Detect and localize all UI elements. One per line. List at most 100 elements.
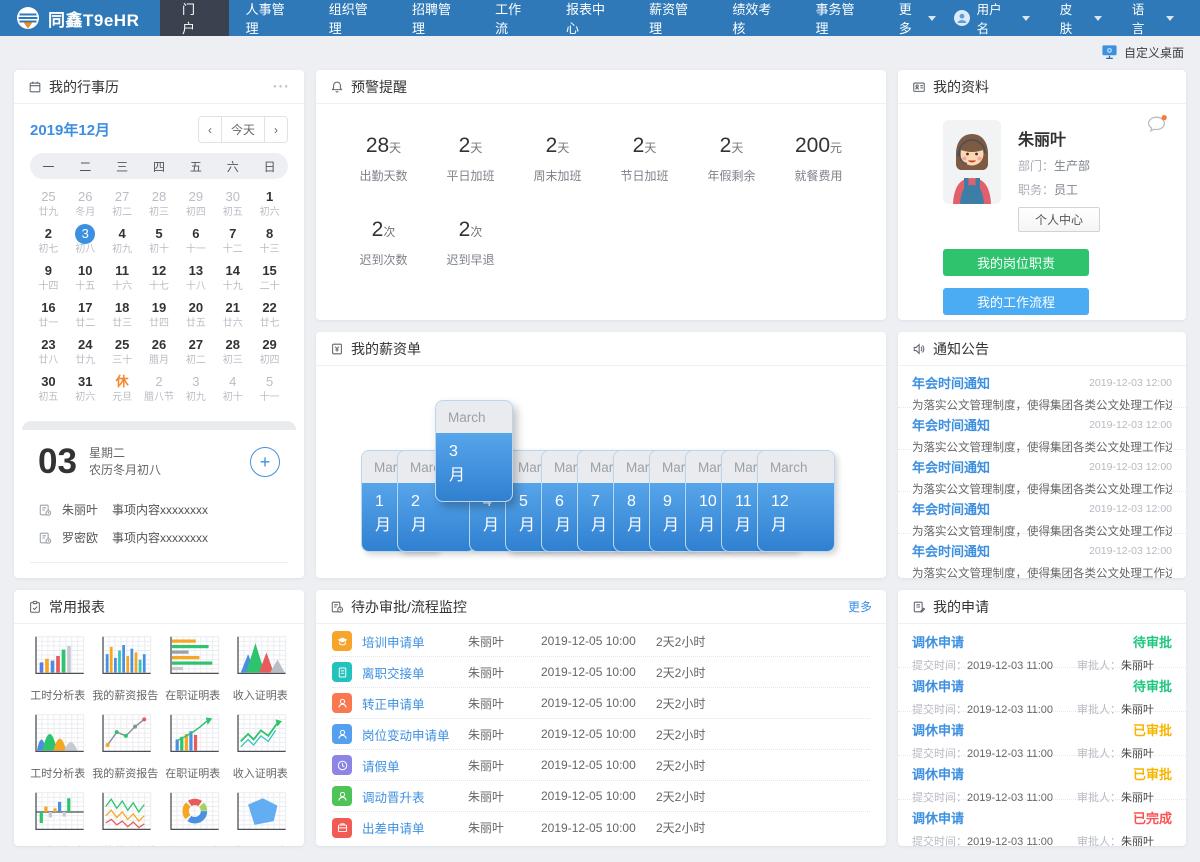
- calendar-day-cell[interactable]: 4初十: [214, 372, 251, 409]
- report-shortcut-bar-arrow[interactable]: 在职证明表: [159, 712, 227, 781]
- calendar-day-cell[interactable]: 7十二: [214, 224, 251, 261]
- nav-item-more[interactable]: 更多: [882, 0, 953, 36]
- calendar-day-cell[interactable]: 27初二: [177, 335, 214, 372]
- calendar-day-cell[interactable]: 1初六: [251, 187, 288, 224]
- navbar-skin-menu[interactable]: 皮肤: [1060, 0, 1102, 37]
- notice-title-link[interactable]: 年会时间通知: [912, 415, 990, 434]
- calendar-today-button[interactable]: 今天: [221, 117, 264, 142]
- application-title-link[interactable]: 调休申请: [912, 764, 964, 783]
- calendar-day-cell[interactable]: 3初九: [177, 372, 214, 409]
- payslip-month-card-12[interactable]: March12月: [757, 450, 835, 552]
- calendar-day-cell[interactable]: 28初三: [141, 187, 178, 224]
- calendar-day-cell[interactable]: 6十一: [177, 224, 214, 261]
- event-row[interactable]: 罗密欧事项内容xxxxxxxx: [38, 529, 280, 546]
- navbar-language-menu[interactable]: 语言: [1132, 0, 1174, 37]
- add-event-button[interactable]: +: [250, 447, 280, 477]
- notice-title-link[interactable]: 年会时间通知: [912, 541, 990, 560]
- approval-title-link[interactable]: 岗位变动申请单: [362, 725, 468, 744]
- calendar-day-cell[interactable]: 30初五: [214, 187, 251, 224]
- nav-item-portal[interactable]: 门户: [160, 0, 229, 36]
- notice-title-link[interactable]: 年会时间通知: [912, 499, 990, 518]
- calendar-day-cell[interactable]: 21廿六: [214, 298, 251, 335]
- my-workflow-button[interactable]: 我的工作流程: [943, 288, 1089, 315]
- calendar-day-cell[interactable]: 16廿一: [30, 298, 67, 335]
- calendar-day-cell[interactable]: 4初九: [104, 224, 141, 261]
- nav-item-recruit[interactable]: 招聘管理: [395, 0, 478, 36]
- calendar-prev-button[interactable]: ‹: [199, 117, 221, 142]
- calendar-day-cell[interactable]: 17廿二: [67, 298, 104, 335]
- approval-title-link[interactable]: 调动晋升表: [362, 787, 468, 806]
- customize-desktop-button[interactable]: 自定义桌面: [1101, 44, 1184, 61]
- view-more-events-link[interactable]: 查看更多事项 》: [14, 563, 304, 578]
- calendar-menu-icon[interactable]: ●●●: [273, 84, 290, 90]
- personal-center-button[interactable]: 个人中心: [1018, 207, 1100, 232]
- calendar-day-cell[interactable]: 12十七: [141, 261, 178, 298]
- nav-item-performance[interactable]: 绩效考核: [715, 0, 798, 36]
- calendar-day-cell[interactable]: 8十三: [251, 224, 288, 261]
- app-logo[interactable]: 同鑫T9eHR: [0, 6, 160, 31]
- calendar-day-cell[interactable]: 25三十: [104, 335, 141, 372]
- navbar-username-menu[interactable]: 用户名: [953, 0, 1030, 37]
- calendar-day-cell[interactable]: 2初七: [30, 224, 67, 261]
- approval-title-link[interactable]: 转正申请单: [362, 694, 468, 713]
- calendar-day-cell[interactable]: 29初四: [251, 335, 288, 372]
- payslip-month-card-3[interactable]: March3月: [435, 400, 513, 502]
- calendar-day-cell[interactable]: 22廿七: [251, 298, 288, 335]
- notice-title-link[interactable]: 年会时间通知: [912, 457, 990, 476]
- calendar-day-cell[interactable]: 5初十: [141, 224, 178, 261]
- report-shortcut-area[interactable]: 工时分析表: [24, 712, 92, 781]
- calendar-day-cell[interactable]: 25廿九: [30, 187, 67, 224]
- calendar-day-cell[interactable]: 10十五: [67, 261, 104, 298]
- event-row[interactable]: 朱丽叶事项内容xxxxxxxx: [38, 501, 280, 518]
- calendar-day-cell[interactable]: 18廿三: [104, 298, 141, 335]
- application-title-link[interactable]: 调休申请: [912, 676, 964, 695]
- report-shortcut-bar-dense[interactable]: 我的薪资报告: [92, 634, 160, 703]
- approval-title-link[interactable]: 离职交接单: [362, 663, 468, 682]
- report-shortcut-polygon[interactable]: 收入证明表: [227, 790, 295, 846]
- calendar-day-cell[interactable]: 9十四: [30, 261, 67, 298]
- calendar-day-cell[interactable]: 20廿五: [177, 298, 214, 335]
- calendar-day-cell[interactable]: 26腊月: [141, 335, 178, 372]
- calendar-day-cell[interactable]: 11十六: [104, 261, 141, 298]
- nav-item-affairs[interactable]: 事务管理: [799, 0, 882, 36]
- nav-item-report-center[interactable]: 报表中心: [549, 0, 632, 36]
- approval-title-link[interactable]: 请假单: [362, 756, 468, 775]
- approval-title-link[interactable]: 培训申请单: [362, 632, 468, 651]
- report-shortcut-multiline[interactable]: 我的薪资报告: [92, 790, 160, 846]
- my-duties-button[interactable]: 我的岗位职责: [943, 249, 1089, 276]
- calendar-day-cell[interactable]: 3初八: [67, 224, 104, 261]
- report-shortcut-hbar[interactable]: 在职证明表: [159, 634, 227, 703]
- application-title-link[interactable]: 调休申请: [912, 632, 964, 651]
- calendar-day-cell[interactable]: 休元旦: [104, 372, 141, 409]
- nav-item-org[interactable]: 组织管理: [312, 0, 395, 36]
- calendar-day-cell[interactable]: 29初四: [177, 187, 214, 224]
- notice-title-link[interactable]: 年会时间通知: [912, 373, 990, 392]
- report-shortcut-line-dots[interactable]: 我的薪资报告: [92, 712, 160, 781]
- report-shortcut-mountain[interactable]: 收入证明表: [227, 634, 295, 703]
- calendar-day-cell[interactable]: 30初五: [30, 372, 67, 409]
- calendar-next-button[interactable]: ›: [264, 117, 287, 142]
- calendar-day-cell[interactable]: 31初六: [67, 372, 104, 409]
- calendar-day-cell[interactable]: 15二十: [251, 261, 288, 298]
- approval-title-link[interactable]: 出差申请单: [362, 818, 468, 837]
- nav-item-workflow[interactable]: 工作流: [478, 0, 549, 36]
- nav-item-salary[interactable]: 薪资管理: [632, 0, 715, 36]
- report-shortcut-posneg[interactable]: 工时分析表: [24, 790, 92, 846]
- calendar-day-cell[interactable]: 28初三: [214, 335, 251, 372]
- calendar-day-cell[interactable]: 24廿九: [67, 335, 104, 372]
- calendar-day-cell[interactable]: 13十八: [177, 261, 214, 298]
- application-title-link[interactable]: 调休申请: [912, 720, 964, 739]
- calendar-day-cell[interactable]: 19廿四: [141, 298, 178, 335]
- report-shortcut-line-arrow[interactable]: 收入证明表: [227, 712, 295, 781]
- report-shortcut-bar[interactable]: 工时分析表: [24, 634, 92, 703]
- calendar-day-cell[interactable]: 27初二: [104, 187, 141, 224]
- message-bubble-icon[interactable]: [1146, 114, 1168, 138]
- application-title-link[interactable]: 调休申请: [912, 808, 964, 827]
- calendar-day-cell[interactable]: 5十一: [251, 372, 288, 409]
- approvals-more-link[interactable]: 更多: [848, 598, 872, 615]
- report-shortcut-donut[interactable]: 在职证明表: [159, 790, 227, 846]
- calendar-day-cell[interactable]: 14十九: [214, 261, 251, 298]
- calendar-day-cell[interactable]: 2腊八节: [141, 372, 178, 409]
- nav-item-hr[interactable]: 人事管理: [229, 0, 312, 36]
- calendar-day-cell[interactable]: 23廿八: [30, 335, 67, 372]
